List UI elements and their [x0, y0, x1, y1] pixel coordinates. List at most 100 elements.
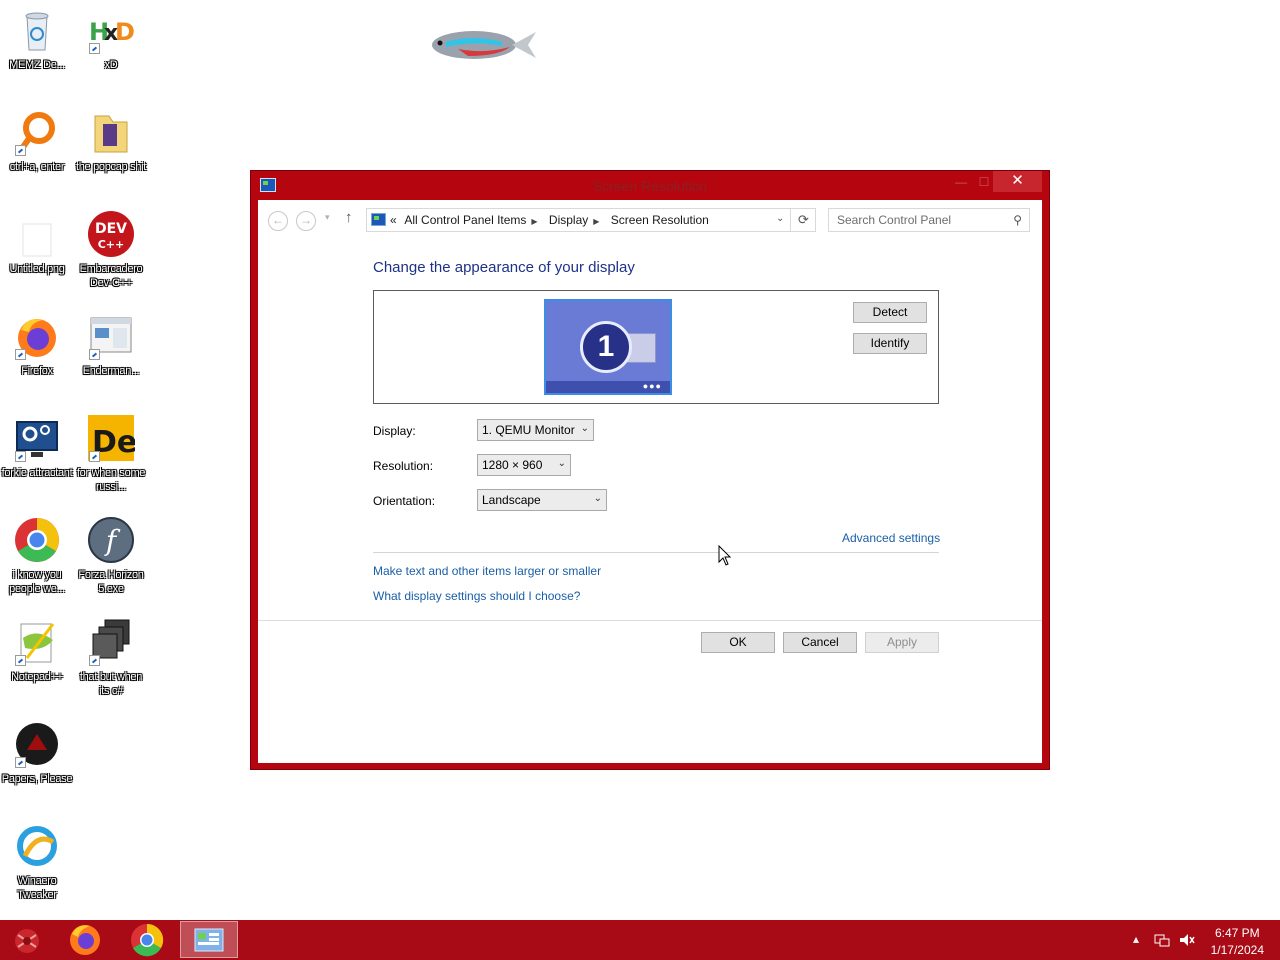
- back-button[interactable]: ←: [268, 211, 288, 231]
- clock-time: 6:47 PM: [1214, 926, 1260, 940]
- arrow-left-icon: ←: [272, 213, 284, 227]
- desktop-icon[interactable]: HxD xD: [74, 6, 148, 72]
- desktop-icon[interactable]: De for when some russi...: [74, 414, 148, 494]
- chevron-down-icon: ⌄: [593, 493, 602, 504]
- desktop-icon[interactable]: i know you people we...: [0, 516, 74, 596]
- shortcut-arrow-icon: [15, 655, 26, 666]
- control-panel-icon: [194, 928, 224, 952]
- monitor-1-tile[interactable]: 1 ●●●: [544, 299, 672, 395]
- chevron-down-icon: ⌄: [776, 213, 785, 224]
- taskbar-chrome[interactable]: [118, 921, 176, 958]
- notepadpp-icon: [13, 618, 61, 666]
- chevron-up-icon: ▴: [1133, 932, 1140, 946]
- more-dots-icon: ●●●: [642, 381, 662, 391]
- desktop-icon-label: Winaero Tweaker: [17, 875, 57, 901]
- address-bar[interactable]: « All Control Panel Items ▶ Display ▶ Scre…: [366, 208, 816, 232]
- taskbar-clock[interactable]: 6:47 PM 1/17/2024: [1211, 925, 1264, 959]
- ok-button[interactable]: OK: [701, 632, 775, 653]
- display-settings-help-link[interactable]: What display settings should I choose?: [373, 589, 580, 603]
- folder-icon: [87, 108, 135, 156]
- orientation-label: Orientation:: [373, 494, 436, 508]
- desktop-icon-label: Embarcadero Dev-C++: [79, 263, 143, 289]
- svg-text:D: D: [115, 18, 135, 46]
- taskbar: ▴ 6:47 PM 1/17/2024: [0, 920, 1280, 960]
- shortcut-arrow-icon: [89, 655, 100, 666]
- desktop-icon-label: that but when its c#: [79, 671, 143, 697]
- up-button[interactable]: ↑: [345, 209, 353, 226]
- title-bar[interactable]: Screen Resolution — ☐ ✕: [251, 171, 1049, 200]
- resolution-value: 1280 × 960: [482, 458, 543, 472]
- start-button[interactable]: [0, 921, 58, 958]
- image-file-icon: [13, 210, 61, 258]
- desktop-icon[interactable]: Untitled.png: [0, 210, 74, 276]
- chevron-down-icon: ⌄: [580, 423, 589, 434]
- desktop-icon[interactable]: Notepad++: [0, 618, 74, 684]
- resolution-select[interactable]: 1280 × 960 ⌄: [477, 454, 571, 476]
- show-hidden-icons-button[interactable]: ▴: [1133, 932, 1139, 946]
- desktop-icon[interactable]: f Forza Horizon 5.exe: [74, 516, 148, 596]
- mouse-cursor-icon: [718, 544, 732, 567]
- firefox-icon: [70, 925, 100, 955]
- desktop-icon-label: the popcap shit: [75, 161, 147, 173]
- orientation-select[interactable]: Landscape ⌄: [477, 489, 607, 511]
- search-input[interactable]: Search Control Panel ⚲: [828, 208, 1030, 232]
- apply-button[interactable]: Apply: [865, 632, 939, 653]
- address-history-button[interactable]: ⌄: [776, 213, 784, 224]
- detect-button[interactable]: Detect: [853, 302, 927, 323]
- search-icon[interactable]: ⚲: [1013, 213, 1022, 227]
- svg-text:C++: C++: [98, 238, 125, 251]
- devcpp-icon: DEV C++: [87, 210, 135, 258]
- desktop-icon[interactable]: Papers, Please: [0, 720, 74, 786]
- taskbar-control-panel[interactable]: [180, 921, 238, 958]
- breadcrumb-overflow[interactable]: «: [390, 213, 397, 227]
- fish-desktop-pet[interactable]: [428, 22, 540, 68]
- chevron-down-icon: ⌄: [557, 458, 566, 469]
- desktop-icon[interactable]: Winaero Tweaker: [0, 822, 74, 902]
- desktop-icon[interactable]: the popcap shit: [74, 108, 148, 174]
- shortcut-arrow-icon: [89, 43, 100, 54]
- desktop-icon-label: xD: [104, 59, 118, 71]
- svg-text:DEV: DEV: [95, 221, 127, 237]
- taskbar-firefox[interactable]: [56, 921, 114, 958]
- start-orb-icon: [15, 929, 39, 953]
- refresh-button[interactable]: ⟳: [790, 209, 816, 231]
- shortcut-arrow-icon: [15, 145, 26, 156]
- identify-button[interactable]: Identify: [853, 333, 927, 354]
- desktop-icon-label: Forza Horizon 5.exe: [78, 569, 144, 595]
- firefox-icon: [13, 312, 61, 360]
- desktop-icon[interactable]: that but when its c#: [74, 618, 148, 698]
- display-value: 1. QEMU Monitor: [482, 423, 575, 437]
- recent-pages-button[interactable]: ▾: [325, 212, 330, 223]
- breadcrumb-item[interactable]: Screen Resolution: [611, 213, 709, 227]
- breadcrumb: « All Control Panel Items ▶ Display ▶ Scre…: [390, 213, 714, 227]
- cancel-button[interactable]: Cancel: [783, 632, 857, 653]
- close-button[interactable]: ✕: [993, 171, 1042, 192]
- breadcrumb-item[interactable]: Display: [549, 213, 588, 227]
- desktop-icon[interactable]: forkie attractant: [0, 414, 74, 480]
- forward-button[interactable]: →: [296, 211, 316, 231]
- search-placeholder: Search Control Panel: [837, 213, 952, 227]
- stacked-windows-icon: [87, 618, 135, 666]
- breadcrumb-separator-icon[interactable]: ▶: [531, 217, 537, 226]
- shortcut-arrow-icon: [89, 451, 100, 462]
- desktop-icon[interactable]: DEV C++ Embarcadero Dev-C++: [74, 210, 148, 290]
- text-size-link[interactable]: Make text and other items larger or smal…: [373, 564, 601, 578]
- breadcrumb-item[interactable]: All Control Panel Items: [404, 213, 526, 227]
- desktop-icon[interactable]: Enderman...: [74, 312, 148, 378]
- desktop-icon-label: i know you people we...: [9, 569, 65, 595]
- divider: [258, 620, 1042, 621]
- display-label: Display:: [373, 424, 416, 438]
- network-icon[interactable]: [1154, 933, 1170, 950]
- desktop-icon-label: Enderman...: [82, 365, 140, 377]
- desktop-icon[interactable]: ctrl+a, enter: [0, 108, 74, 174]
- desktop-icon[interactable]: Firefox: [0, 312, 74, 378]
- desktop-icon[interactable]: MEMZ De...: [0, 6, 74, 72]
- monitor-gear-icon: [13, 414, 61, 462]
- desktop-icon-label: Untitled.png: [9, 263, 65, 275]
- breadcrumb-separator-icon[interactable]: ▶: [593, 217, 599, 226]
- volume-muted-icon[interactable]: [1179, 933, 1195, 950]
- advanced-settings-link[interactable]: Advanced settings: [842, 531, 940, 545]
- display-select[interactable]: 1. QEMU Monitor ⌄: [477, 419, 594, 441]
- page-title: Change the appearance of your display: [373, 259, 635, 276]
- app-window-icon: [87, 312, 135, 360]
